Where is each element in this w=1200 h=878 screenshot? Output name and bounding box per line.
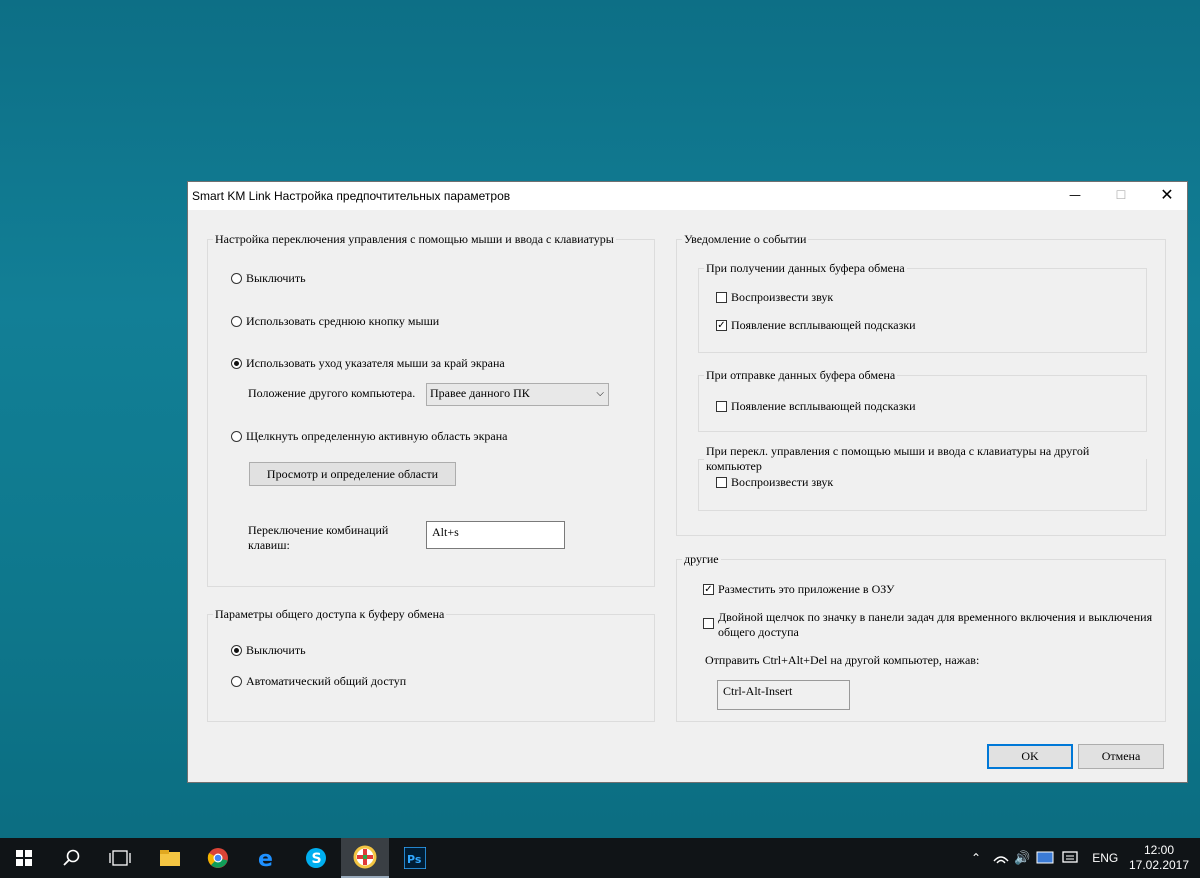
checkbox-label: Появление всплывающей подсказки	[731, 399, 916, 413]
taskbar-skype[interactable]: S	[292, 838, 340, 878]
radio-label: Щелкнуть определенную активную область э…	[246, 429, 508, 443]
maximize-button[interactable]: ☐	[1098, 182, 1144, 210]
position-select[interactable]: Правее данного ПК ⌵	[426, 383, 609, 406]
radio-circle[interactable]	[231, 273, 242, 284]
chevron-up-icon[interactable]: ⌃	[966, 851, 986, 865]
radio-circle[interactable]	[231, 676, 242, 687]
dblclick-label-line2: общего доступа	[718, 625, 799, 639]
check-receive-popup[interactable]: ✓ Появление всплывающей подсказки	[716, 318, 916, 333]
svg-text:Ps: Ps	[407, 853, 422, 866]
smart-km-link-icon	[353, 845, 377, 869]
radio-middle-button[interactable]: Использовать среднюю кнопку мыши	[231, 314, 439, 329]
view-define-area-button[interactable]: Просмотр и определение области	[249, 462, 456, 486]
taskbar-chrome[interactable]	[194, 838, 242, 878]
checkbox-label: Воспроизвести звук	[731, 475, 834, 489]
chrome-icon	[207, 848, 228, 868]
checkmark-icon[interactable]: ✓	[703, 584, 714, 595]
clipboard-sharing-group: Параметры общего доступа к буферу обмена	[207, 607, 655, 722]
system-tray: ⌃ 🔊 ENG	[966, 838, 1118, 878]
clipboard-group-legend: Параметры общего доступа к буферу обмена	[215, 607, 445, 621]
skype-icon: S	[306, 848, 326, 868]
svg-text:S: S	[312, 851, 322, 867]
notify-group-legend: Уведомление о событии	[684, 232, 807, 246]
checkmark-icon[interactable]: ✓	[716, 320, 727, 331]
task-view-icon	[109, 850, 131, 866]
cancel-button[interactable]: Отмена	[1078, 744, 1164, 769]
wifi-icon[interactable]	[992, 851, 1010, 865]
checkbox-box[interactable]	[716, 292, 727, 303]
checkbox-box[interactable]	[716, 401, 727, 412]
dblclick-label-line1: Двойной щелчок по значку в панели задач …	[718, 610, 1153, 624]
volume-icon[interactable]: 🔊	[1014, 851, 1030, 866]
display-icon[interactable]	[1036, 851, 1054, 865]
radio-label: Автоматический общий доступ	[246, 674, 407, 688]
checkbox-box[interactable]	[703, 618, 714, 629]
radio-circle-selected[interactable]	[231, 645, 242, 656]
radio-circle[interactable]	[231, 316, 242, 327]
checkbox-box[interactable]	[716, 477, 727, 488]
close-button[interactable]: ✕	[1144, 182, 1190, 210]
clock-time: 12:00	[1143, 843, 1175, 857]
clock-date: 17.02.2017	[1128, 858, 1190, 872]
taskbar-edge[interactable]: e	[243, 838, 291, 878]
action-center-icon[interactable]	[1062, 851, 1078, 865]
folder-icon	[160, 850, 180, 866]
switch-computer-legend: При перекл. управления с помощью мыши и …	[706, 444, 1090, 473]
check-send-popup[interactable]: Появление всплывающей подсказки	[716, 399, 916, 414]
radio-label: Использовать уход указателя мыши за край…	[246, 356, 505, 370]
radio-circle[interactable]	[231, 431, 242, 442]
radio-clipboard-auto[interactable]: Автоматический общий доступ	[231, 674, 406, 689]
radio-screen-edge[interactable]: Использовать уход указателя мыши за край…	[231, 356, 505, 371]
chevron-down-icon: ⌵	[596, 388, 604, 399]
hotkey-label-line2: клавиш:	[248, 538, 290, 552]
settings-dialog: Smart KM Link Настройка предпочтительных…	[187, 181, 1188, 783]
taskbar: e S Ps ⌃ 🔊 ENG 12:00 17.02.2017	[0, 838, 1200, 878]
start-button[interactable]	[0, 838, 48, 878]
checkbox-label: Воспроизвести звук	[731, 290, 834, 304]
receive-group-legend: При получении данных буфера обмена	[706, 261, 905, 275]
radio-label: Выключить	[246, 643, 306, 657]
task-view-button[interactable]	[96, 838, 144, 878]
photoshop-icon: Ps	[404, 847, 426, 869]
clock[interactable]: 12:00 17.02.2017	[1128, 838, 1190, 878]
minimize-button[interactable]: —	[1052, 182, 1098, 210]
checkbox-label: Появление всплывающей подсказки	[731, 318, 916, 332]
taskbar-file-explorer[interactable]	[146, 838, 194, 878]
ok-button[interactable]: OK	[987, 744, 1073, 769]
search-button[interactable]	[48, 838, 96, 878]
radio-label: Выключить	[246, 271, 306, 285]
position-label: Положение другого компьютера.	[248, 386, 416, 400]
taskbar-smart-km-link[interactable]	[341, 838, 389, 878]
checkbox-label: Двойной щелчок по значку в панели задач …	[718, 610, 1152, 640]
windows-logo-icon	[16, 850, 32, 866]
language-indicator[interactable]: ENG	[1092, 851, 1118, 865]
title-bar[interactable]: Smart KM Link Настройка предпочтительных…	[188, 182, 1187, 210]
cad-label: Отправить Ctrl+Alt+Del на другой компьют…	[705, 653, 980, 667]
radio-circle-selected[interactable]	[231, 358, 242, 369]
switch-group-legend: Настройка переключения управления с помо…	[215, 232, 614, 246]
send-group-legend: При отправке данных буфера обмена	[706, 368, 896, 382]
radio-active-area[interactable]: Щелкнуть определенную активную область э…	[231, 429, 507, 444]
check-place-in-ram[interactable]: ✓ Разместить это приложение в ОЗУ	[703, 582, 894, 597]
cad-hotkey-field[interactable]: Ctrl-Alt-Insert	[717, 680, 850, 710]
receive-clipboard-group: При получении данных буфера обмена	[698, 261, 1147, 353]
taskbar-photoshop[interactable]: Ps	[391, 838, 439, 878]
check-switch-sound[interactable]: Воспроизвести звук	[716, 475, 833, 490]
other-group-legend: другие	[684, 552, 719, 566]
position-select-value: Правее данного ПК	[430, 386, 530, 400]
hotkey-label-line1: Переключение комбинаций	[248, 523, 389, 537]
search-icon	[63, 849, 80, 866]
checkbox-label: Разместить это приложение в ОЗУ	[718, 582, 895, 596]
check-receive-sound[interactable]: Воспроизвести звук	[716, 290, 833, 305]
svg-text:e: e	[258, 847, 273, 869]
check-double-click-toggle[interactable]: Двойной щелчок по значку в панели задач …	[703, 610, 1152, 640]
edge-icon: e	[258, 847, 273, 869]
radio-label: Использовать среднюю кнопку мыши	[246, 314, 440, 328]
radio-clipboard-off[interactable]: Выключить	[231, 643, 306, 658]
window-title: Smart KM Link Настройка предпочтительных…	[192, 189, 511, 203]
hotkey-input[interactable]: Alt+s	[426, 521, 565, 549]
radio-switch-off[interactable]: Выключить	[231, 271, 306, 286]
